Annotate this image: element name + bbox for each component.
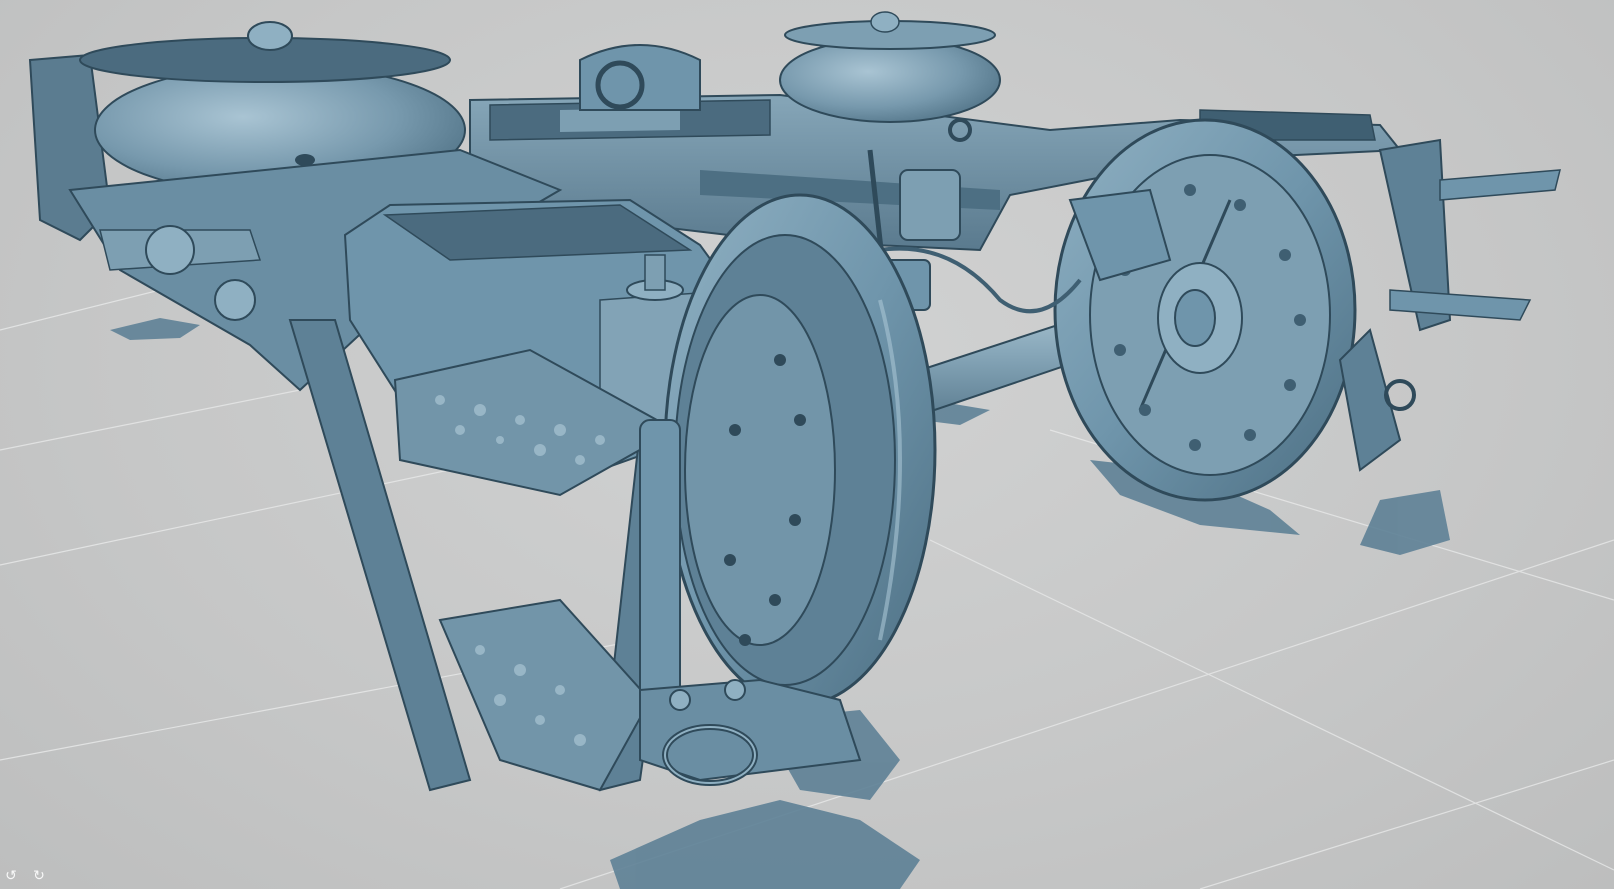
undo-icon[interactable]: ↺ bbox=[2, 867, 20, 885]
3d-viewport[interactable]: ↺ ↻ bbox=[0, 0, 1614, 889]
wheel-front bbox=[663, 193, 937, 707]
view-controls: ↺ ↻ bbox=[2, 867, 48, 885]
wheel-rear bbox=[1053, 118, 1357, 502]
redo-icon[interactable]: ↻ bbox=[30, 867, 48, 885]
rear-bracket bbox=[1338, 138, 1561, 472]
air-spring-rear bbox=[779, 11, 1001, 123]
3d-scene[interactable] bbox=[0, 0, 1614, 889]
